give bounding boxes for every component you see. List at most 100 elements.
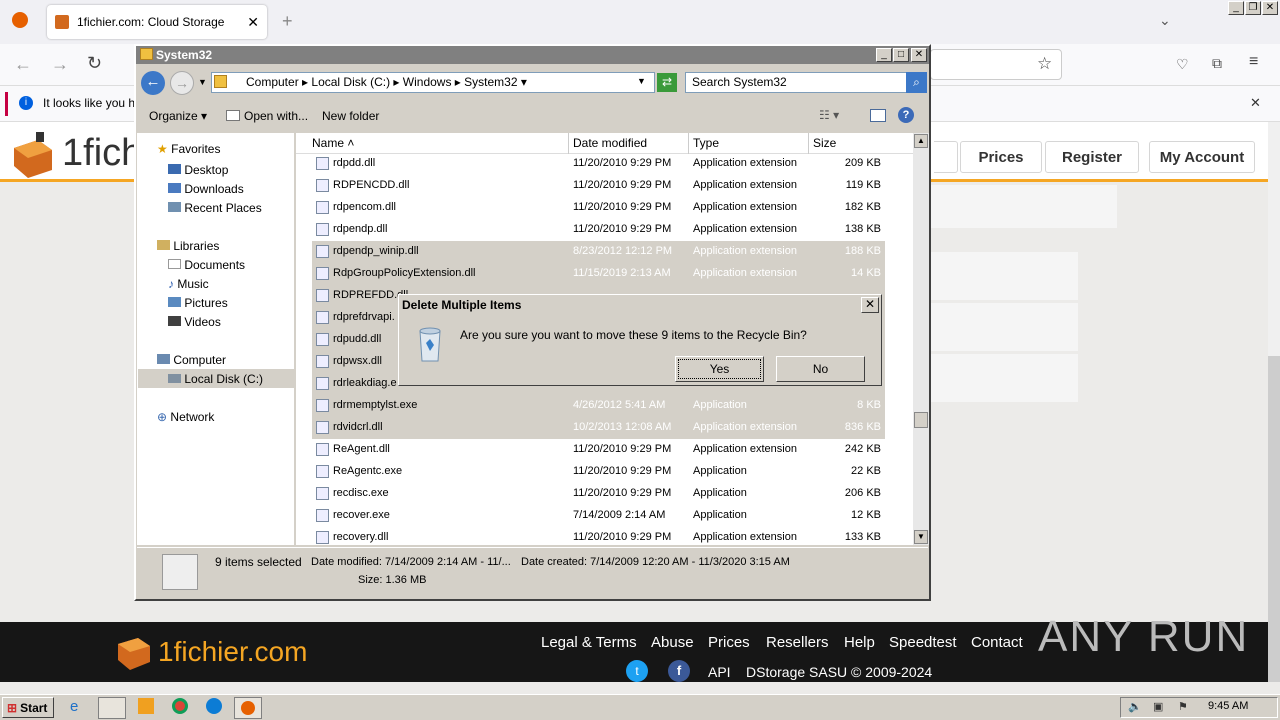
breadcrumb-local-disk[interactable]: Local Disk (C:) [311, 75, 390, 89]
yes-button[interactable]: Yes [675, 356, 764, 382]
file-row[interactable]: rdpendp_winip.dll 8/23/2012 12:12 PM Appli… [312, 241, 885, 263]
twitter-icon[interactable]: t [626, 660, 648, 682]
bookmark-star-icon[interactable]: ☆ [1037, 54, 1052, 74]
column-date-modified[interactable]: Date modified [568, 133, 688, 154]
recent-pages-chevron-icon[interactable]: ▼ [198, 77, 207, 87]
nav-favorites[interactable]: ★ Favorites [157, 142, 220, 156]
page-scrollbar-thumb[interactable] [1268, 356, 1280, 682]
site-logo-text[interactable]: 1fich [62, 132, 142, 175]
refresh-icon[interactable]: ⇄ [657, 73, 677, 92]
column-name[interactable]: Name ˄ [296, 133, 568, 154]
forward-arrow-icon[interactable]: → [51, 54, 69, 75]
close-icon[interactable]: ✕ [1262, 1, 1278, 15]
view-options-icon[interactable]: ☷ ▾ [819, 108, 839, 122]
file-row[interactable]: recdisc.exe 11/20/2010 9:29 PM Application… [312, 483, 885, 505]
breadcrumb-system32[interactable]: System32 [464, 75, 517, 89]
address-dropdown-icon[interactable]: ▼ [637, 76, 646, 86]
file-row[interactable]: RdpGroupPolicyExtension.dll 11/15/2019 2:… [312, 263, 885, 285]
notification-close-icon[interactable]: ✕ [1250, 95, 1261, 111]
address-bar[interactable]: Computer ▸ Local Disk (C:) ▸ Windows ▸ S… [211, 72, 655, 93]
file-row[interactable]: rdvidcrl.dll 10/2/2013 12:08 AM Applicatio… [312, 417, 885, 439]
footer-link-abuse[interactable]: Abuse [651, 634, 694, 651]
nav-recent-places[interactable]: Recent Places [168, 201, 262, 215]
breadcrumb-windows[interactable]: Windows [403, 75, 452, 89]
network-tray-icon[interactable]: ▣ [1153, 700, 1163, 713]
footer-link-speedtest[interactable]: Speedtest [889, 634, 957, 651]
column-type[interactable]: Type [688, 133, 808, 154]
back-icon[interactable]: ← [141, 71, 165, 95]
no-button[interactable]: No [776, 356, 865, 382]
extensions-icon[interactable]: ⧉ [1212, 55, 1222, 72]
chrome-icon[interactable] [172, 698, 188, 714]
register-button[interactable]: Register [1045, 141, 1139, 173]
firefox-taskbar-button[interactable] [234, 697, 262, 719]
nav-network[interactable]: ⊕ Network [157, 410, 214, 424]
new-tab-icon[interactable]: + [282, 11, 293, 32]
file-list-scrollbar[interactable] [913, 133, 929, 545]
footer-link-contact[interactable]: Contact [971, 634, 1023, 651]
edge-icon[interactable] [206, 698, 222, 714]
media-player-icon[interactable] [138, 698, 154, 714]
file-row[interactable]: rdrmemptylst.exe 4/26/2012 5:41 AM Applica… [312, 395, 885, 417]
dialog-close-icon[interactable]: ✕ [861, 297, 879, 313]
minimize-icon[interactable]: _ [1228, 1, 1244, 15]
nav-libraries[interactable]: Libraries [157, 239, 219, 253]
restore-icon[interactable]: ❐ [1245, 1, 1261, 15]
footer-link-api[interactable]: API [708, 664, 731, 680]
scroll-down-icon[interactable]: ▼ [914, 530, 928, 544]
file-row[interactable]: ReAgent.dll 11/20/2010 9:29 PM Application… [312, 439, 885, 461]
start-button[interactable]: ⊞ Start [2, 697, 54, 718]
action-center-icon[interactable]: ⚑ [1178, 700, 1188, 713]
menu-icon[interactable]: ≡ [1249, 53, 1258, 71]
volume-icon[interactable]: 🔈 [1128, 700, 1142, 713]
explorer-minimize-icon[interactable]: _ [876, 48, 892, 62]
organize-button[interactable]: Organize ▾ [149, 109, 207, 123]
open-with-button[interactable]: Open with... [244, 109, 308, 123]
footer-link-legal[interactable]: Legal & Terms [541, 634, 637, 651]
nav-computer[interactable]: Computer [157, 353, 226, 367]
tab-close-icon[interactable]: ✕ [247, 14, 259, 31]
header-button-partial[interactable] [934, 141, 958, 173]
back-arrow-icon[interactable]: ← [14, 54, 32, 75]
search-input[interactable]: Search System32 [685, 72, 907, 93]
help-icon[interactable]: ? [898, 107, 914, 123]
preview-pane-icon[interactable] [870, 109, 886, 122]
file-row[interactable]: rdpendp.dll 11/20/2010 9:29 PM Application… [312, 219, 885, 241]
explorer-maximize-icon[interactable]: □ [893, 48, 909, 62]
site-logo-icon[interactable] [8, 130, 56, 178]
forward-icon[interactable]: → [170, 71, 194, 95]
ie-icon[interactable]: e [70, 698, 90, 716]
column-size[interactable]: Size [808, 133, 888, 154]
reload-icon[interactable]: ↻ [87, 53, 102, 74]
file-row[interactable]: rdpdd.dll 11/20/2010 9:29 PM Application e… [312, 153, 885, 175]
firefox-icon[interactable] [12, 12, 28, 28]
explorer-close-icon[interactable]: ✕ [911, 48, 927, 62]
footer-link-help[interactable]: Help [844, 634, 875, 651]
footer-link-prices[interactable]: Prices [708, 634, 750, 651]
tab-list-chevron-icon[interactable]: ⌄ [1159, 12, 1171, 29]
breadcrumb-computer[interactable]: Computer [246, 75, 299, 89]
new-folder-button[interactable]: New folder [322, 109, 379, 123]
browser-tab[interactable]: 1fichier.com: Cloud Storage ✕ [47, 5, 267, 39]
nav-documents[interactable]: Documents [168, 258, 245, 272]
facebook-icon[interactable]: f [668, 660, 690, 682]
file-row[interactable]: ReAgentc.exe 11/20/2010 9:29 PM Applicatio… [312, 461, 885, 483]
file-row[interactable]: rdpencom.dll 11/20/2010 9:29 PM Applicatio… [312, 197, 885, 219]
file-row[interactable]: RDPENCDD.dll 11/20/2010 9:29 PM Applicatio… [312, 175, 885, 197]
nav-videos[interactable]: Videos [168, 315, 221, 329]
explorer-taskbar-button[interactable] [98, 697, 126, 719]
nav-local-disk[interactable]: Local Disk (C:) [168, 372, 263, 386]
search-icon[interactable]: ⌕ [906, 72, 927, 93]
file-row[interactable]: recover.exe 7/14/2009 2:14 AM Application 1… [312, 505, 885, 527]
my-account-button[interactable]: My Account [1149, 141, 1255, 173]
file-row[interactable]: recovery.dll 11/20/2010 9:29 PM Applicatio… [312, 527, 885, 549]
nav-pictures[interactable]: Pictures [168, 296, 228, 310]
nav-desktop[interactable]: Desktop [168, 163, 228, 177]
nav-downloads[interactable]: Downloads [168, 182, 244, 196]
footer-link-resellers[interactable]: Resellers [766, 634, 829, 651]
scroll-thumb[interactable] [914, 412, 928, 428]
scroll-up-icon[interactable]: ▲ [914, 134, 928, 148]
prices-button[interactable]: Prices [960, 141, 1042, 173]
nav-music[interactable]: ♪ Music [168, 277, 209, 291]
pocket-icon[interactable]: ♡ [1176, 56, 1189, 73]
